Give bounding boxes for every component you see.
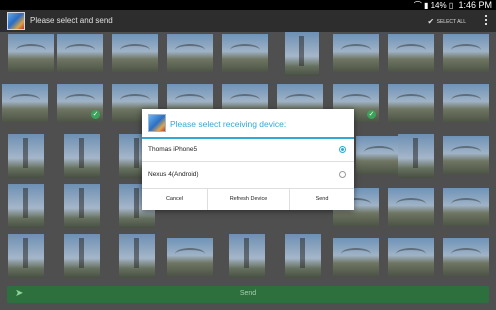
photo-thumbnail[interactable] bbox=[398, 134, 434, 178]
select-all-label: SELECT ALL bbox=[436, 19, 466, 25]
radio-unselected-icon[interactable] bbox=[339, 171, 346, 178]
battery-icon: ▯ bbox=[448, 1, 454, 10]
device-option-label: Thomas iPhone5 bbox=[148, 146, 198, 153]
photo-thumbnail[interactable] bbox=[64, 184, 100, 228]
photo-thumbnail[interactable]: ✓ bbox=[57, 84, 103, 122]
selected-check-icon: ✓ bbox=[367, 110, 376, 119]
photo-thumbnail[interactable] bbox=[333, 238, 379, 276]
select-device-dialog: Please select receiving device: Thomas i… bbox=[142, 109, 354, 210]
app-icon[interactable] bbox=[7, 12, 25, 30]
wifi-icon: ⌒ bbox=[413, 1, 422, 10]
photo-thumbnail[interactable] bbox=[119, 234, 155, 278]
check-icon: ✔ bbox=[427, 17, 435, 26]
clock: 1:46 PM bbox=[458, 0, 492, 10]
photo-thumbnail[interactable] bbox=[388, 238, 434, 276]
photo-thumbnail[interactable] bbox=[167, 238, 213, 276]
overflow-menu-icon[interactable] bbox=[484, 15, 488, 27]
photo-thumbnail[interactable] bbox=[285, 32, 319, 76]
device-option-label: Nexus 4(Android) bbox=[148, 171, 199, 178]
photo-thumbnail[interactable] bbox=[388, 188, 434, 226]
photo-thumbnail[interactable] bbox=[285, 234, 321, 278]
photo-thumbnail[interactable] bbox=[8, 184, 44, 228]
photo-thumbnail[interactable] bbox=[443, 238, 489, 276]
selected-check-icon: ✓ bbox=[91, 110, 100, 119]
photo-thumbnail[interactable] bbox=[8, 234, 44, 278]
send-bar-button[interactable]: ➤ Send bbox=[7, 286, 489, 303]
status-bar: ⌒ ▮ 14% ▯ 1:46 PM bbox=[0, 0, 496, 10]
photo-thumbnail[interactable] bbox=[222, 34, 268, 72]
radio-selected-icon[interactable] bbox=[339, 146, 346, 153]
dialog-header: Please select receiving device: bbox=[142, 109, 354, 137]
signal-icon: ▮ bbox=[423, 1, 429, 10]
photo-thumbnail[interactable] bbox=[2, 84, 48, 122]
photo-thumbnail[interactable] bbox=[443, 188, 489, 226]
photo-thumbnail[interactable] bbox=[112, 34, 158, 72]
photo-thumbnail[interactable] bbox=[333, 34, 379, 72]
app-title: Please select and send bbox=[30, 16, 113, 25]
photo-thumbnail[interactable] bbox=[57, 34, 103, 72]
photo-thumbnail[interactable] bbox=[388, 84, 434, 122]
photo-thumbnail[interactable] bbox=[64, 134, 100, 178]
photo-thumbnail[interactable] bbox=[229, 234, 265, 278]
app-bar: Please select and send ✔ SELECT ALL bbox=[0, 10, 496, 32]
photo-thumbnail[interactable] bbox=[388, 34, 434, 72]
send-button[interactable]: Send bbox=[290, 189, 354, 210]
battery-percent: 14% bbox=[430, 1, 447, 10]
photo-thumbnail[interactable] bbox=[356, 136, 402, 174]
app-icon bbox=[148, 114, 166, 132]
device-option-thomas-iphone5[interactable]: Thomas iPhone5 bbox=[142, 139, 354, 161]
photo-thumbnail[interactable] bbox=[8, 34, 54, 72]
select-all-button[interactable]: ✔ SELECT ALL bbox=[428, 17, 466, 26]
dialog-button-row: Cancel Refresh Device Send bbox=[142, 188, 354, 210]
photo-thumbnail[interactable] bbox=[443, 34, 489, 72]
photo-thumbnail[interactable] bbox=[443, 136, 489, 174]
refresh-device-button[interactable]: Refresh Device bbox=[208, 189, 290, 210]
photo-thumbnail[interactable] bbox=[8, 134, 44, 178]
photo-thumbnail[interactable] bbox=[443, 84, 489, 122]
photo-thumbnail[interactable] bbox=[64, 234, 100, 278]
send-bar-label: Send bbox=[239, 290, 257, 297]
dialog-title: Please select receiving device: bbox=[170, 119, 287, 129]
photo-thumbnail[interactable] bbox=[167, 34, 213, 72]
cancel-button[interactable]: Cancel bbox=[142, 189, 208, 210]
option-divider bbox=[142, 161, 354, 162]
device-option-nexus-4[interactable]: Nexus 4(Android) bbox=[142, 164, 354, 186]
